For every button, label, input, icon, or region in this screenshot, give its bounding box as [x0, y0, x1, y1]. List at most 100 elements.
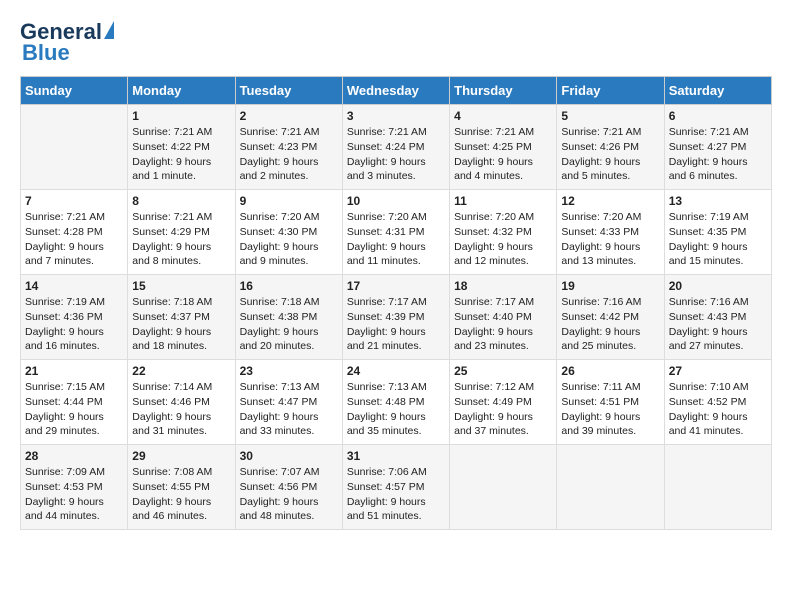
cell-content: Sunrise: 7:06 AM Sunset: 4:57 PM Dayligh…: [347, 465, 445, 524]
day-number: 11: [454, 194, 552, 208]
calendar-cell: [664, 445, 771, 530]
calendar-cell: 10 Sunrise: 7:20 AM Sunset: 4:31 PM Dayli…: [342, 190, 449, 275]
cell-content: Sunrise: 7:16 AM Sunset: 4:42 PM Dayligh…: [561, 295, 659, 354]
day-number: 10: [347, 194, 445, 208]
day-number: 8: [132, 194, 230, 208]
day-number: 31: [347, 449, 445, 463]
calendar-cell: 23 Sunrise: 7:13 AM Sunset: 4:47 PM Dayli…: [235, 360, 342, 445]
week-row-2: 7Sunrise: 7:21 AM Sunset: 4:28 PM Daylig…: [21, 190, 772, 275]
cell-content: Sunrise: 7:17 AM Sunset: 4:40 PM Dayligh…: [454, 295, 552, 354]
calendar-header-row: SundayMondayTuesdayWednesdayThursdayFrid…: [21, 77, 772, 105]
day-number: 3: [347, 109, 445, 123]
calendar-cell: 1 Sunrise: 7:21 AM Sunset: 4:22 PM Daylig…: [128, 105, 235, 190]
day-number: 25: [454, 364, 552, 378]
header-sunday: Sunday: [21, 77, 128, 105]
cell-content: Sunrise: 7:13 AM Sunset: 4:47 PM Dayligh…: [240, 380, 338, 439]
calendar-cell: 17 Sunrise: 7:17 AM Sunset: 4:39 PM Dayli…: [342, 275, 449, 360]
day-number: 12: [561, 194, 659, 208]
cell-content: Sunrise: 7:07 AM Sunset: 4:56 PM Dayligh…: [240, 465, 338, 524]
cell-content: Sunrise: 7:20 AM Sunset: 4:32 PM Dayligh…: [454, 210, 552, 269]
cell-content: Sunrise: 7:20 AM Sunset: 4:33 PM Dayligh…: [561, 210, 659, 269]
calendar-cell: 20 Sunrise: 7:16 AM Sunset: 4:43 PM Dayli…: [664, 275, 771, 360]
day-number: 9: [240, 194, 338, 208]
calendar-cell: 7Sunrise: 7:21 AM Sunset: 4:28 PM Daylig…: [21, 190, 128, 275]
day-number: 22: [132, 364, 230, 378]
calendar-cell: 11 Sunrise: 7:20 AM Sunset: 4:32 PM Dayli…: [450, 190, 557, 275]
day-number: 27: [669, 364, 767, 378]
day-number: 20: [669, 279, 767, 293]
cell-content: Sunrise: 7:21 AM Sunset: 4:25 PM Dayligh…: [454, 125, 552, 184]
calendar-cell: 6Sunrise: 7:21 AM Sunset: 4:27 PM Daylig…: [664, 105, 771, 190]
day-number: 24: [347, 364, 445, 378]
cell-content: Sunrise: 7:20 AM Sunset: 4:31 PM Dayligh…: [347, 210, 445, 269]
cell-content: Sunrise: 7:18 AM Sunset: 4:38 PM Dayligh…: [240, 295, 338, 354]
header-monday: Monday: [128, 77, 235, 105]
calendar-cell: [450, 445, 557, 530]
calendar-cell: 18 Sunrise: 7:17 AM Sunset: 4:40 PM Dayli…: [450, 275, 557, 360]
cell-content: Sunrise: 7:21 AM Sunset: 4:23 PM Dayligh…: [240, 125, 338, 184]
logo: General Blue: [20, 20, 114, 66]
cell-content: Sunrise: 7:20 AM Sunset: 4:30 PM Dayligh…: [240, 210, 338, 269]
header-thursday: Thursday: [450, 77, 557, 105]
header-tuesday: Tuesday: [235, 77, 342, 105]
day-number: 14: [25, 279, 123, 293]
calendar-cell: 15 Sunrise: 7:18 AM Sunset: 4:37 PM Dayli…: [128, 275, 235, 360]
week-row-5: 28 Sunrise: 7:09 AM Sunset: 4:53 PM Dayli…: [21, 445, 772, 530]
calendar-cell: 14 Sunrise: 7:19 AM Sunset: 4:36 PM Dayli…: [21, 275, 128, 360]
calendar-cell: 24 Sunrise: 7:13 AM Sunset: 4:48 PM Dayli…: [342, 360, 449, 445]
week-row-1: 1 Sunrise: 7:21 AM Sunset: 4:22 PM Daylig…: [21, 105, 772, 190]
calendar-cell: [557, 445, 664, 530]
day-number: 4: [454, 109, 552, 123]
day-number: 18: [454, 279, 552, 293]
day-number: 5: [561, 109, 659, 123]
calendar-cell: 27 Sunrise: 7:10 AM Sunset: 4:52 PM Dayli…: [664, 360, 771, 445]
cell-content: Sunrise: 7:21 AM Sunset: 4:29 PM Dayligh…: [132, 210, 230, 269]
calendar-cell: 30 Sunrise: 7:07 AM Sunset: 4:56 PM Dayli…: [235, 445, 342, 530]
week-row-3: 14 Sunrise: 7:19 AM Sunset: 4:36 PM Dayli…: [21, 275, 772, 360]
day-number: 13: [669, 194, 767, 208]
day-number: 23: [240, 364, 338, 378]
day-number: 29: [132, 449, 230, 463]
cell-content: Sunrise: 7:17 AM Sunset: 4:39 PM Dayligh…: [347, 295, 445, 354]
header-saturday: Saturday: [664, 77, 771, 105]
cell-content: Sunrise: 7:10 AM Sunset: 4:52 PM Dayligh…: [669, 380, 767, 439]
cell-content: Sunrise: 7:14 AM Sunset: 4:46 PM Dayligh…: [132, 380, 230, 439]
day-number: 15: [132, 279, 230, 293]
calendar-cell: 5 Sunrise: 7:21 AM Sunset: 4:26 PM Daylig…: [557, 105, 664, 190]
cell-content: Sunrise: 7:16 AM Sunset: 4:43 PM Dayligh…: [669, 295, 767, 354]
cell-content: Sunrise: 7:18 AM Sunset: 4:37 PM Dayligh…: [132, 295, 230, 354]
calendar-cell: 4 Sunrise: 7:21 AM Sunset: 4:25 PM Daylig…: [450, 105, 557, 190]
calendar-cell: 13Sunrise: 7:19 AM Sunset: 4:35 PM Dayli…: [664, 190, 771, 275]
header-friday: Friday: [557, 77, 664, 105]
cell-content: Sunrise: 7:13 AM Sunset: 4:48 PM Dayligh…: [347, 380, 445, 439]
logo-blue: Blue: [20, 40, 70, 66]
day-number: 1: [132, 109, 230, 123]
calendar-cell: 22 Sunrise: 7:14 AM Sunset: 4:46 PM Dayli…: [128, 360, 235, 445]
page-header: General Blue: [20, 20, 772, 66]
cell-content: Sunrise: 7:21 AM Sunset: 4:22 PM Dayligh…: [132, 125, 230, 184]
day-number: 28: [25, 449, 123, 463]
calendar-cell: 3Sunrise: 7:21 AM Sunset: 4:24 PM Daylig…: [342, 105, 449, 190]
header-wednesday: Wednesday: [342, 77, 449, 105]
calendar-cell: 16Sunrise: 7:18 AM Sunset: 4:38 PM Dayli…: [235, 275, 342, 360]
calendar-cell: 26 Sunrise: 7:11 AM Sunset: 4:51 PM Dayli…: [557, 360, 664, 445]
calendar-cell: 29 Sunrise: 7:08 AM Sunset: 4:55 PM Dayli…: [128, 445, 235, 530]
calendar-table: SundayMondayTuesdayWednesdayThursdayFrid…: [20, 76, 772, 530]
day-number: 6: [669, 109, 767, 123]
calendar-cell: 21Sunrise: 7:15 AM Sunset: 4:44 PM Dayli…: [21, 360, 128, 445]
calendar-cell: 9 Sunrise: 7:20 AM Sunset: 4:30 PM Daylig…: [235, 190, 342, 275]
day-number: 26: [561, 364, 659, 378]
cell-content: Sunrise: 7:09 AM Sunset: 4:53 PM Dayligh…: [25, 465, 123, 524]
day-number: 19: [561, 279, 659, 293]
calendar-cell: [21, 105, 128, 190]
cell-content: Sunrise: 7:08 AM Sunset: 4:55 PM Dayligh…: [132, 465, 230, 524]
day-number: 30: [240, 449, 338, 463]
day-number: 21: [25, 364, 123, 378]
calendar-cell: 19 Sunrise: 7:16 AM Sunset: 4:42 PM Dayli…: [557, 275, 664, 360]
cell-content: Sunrise: 7:21 AM Sunset: 4:26 PM Dayligh…: [561, 125, 659, 184]
calendar-cell: 25Sunrise: 7:12 AM Sunset: 4:49 PM Dayli…: [450, 360, 557, 445]
day-number: 7: [25, 194, 123, 208]
cell-content: Sunrise: 7:11 AM Sunset: 4:51 PM Dayligh…: [561, 380, 659, 439]
day-number: 17: [347, 279, 445, 293]
cell-content: Sunrise: 7:19 AM Sunset: 4:36 PM Dayligh…: [25, 295, 123, 354]
